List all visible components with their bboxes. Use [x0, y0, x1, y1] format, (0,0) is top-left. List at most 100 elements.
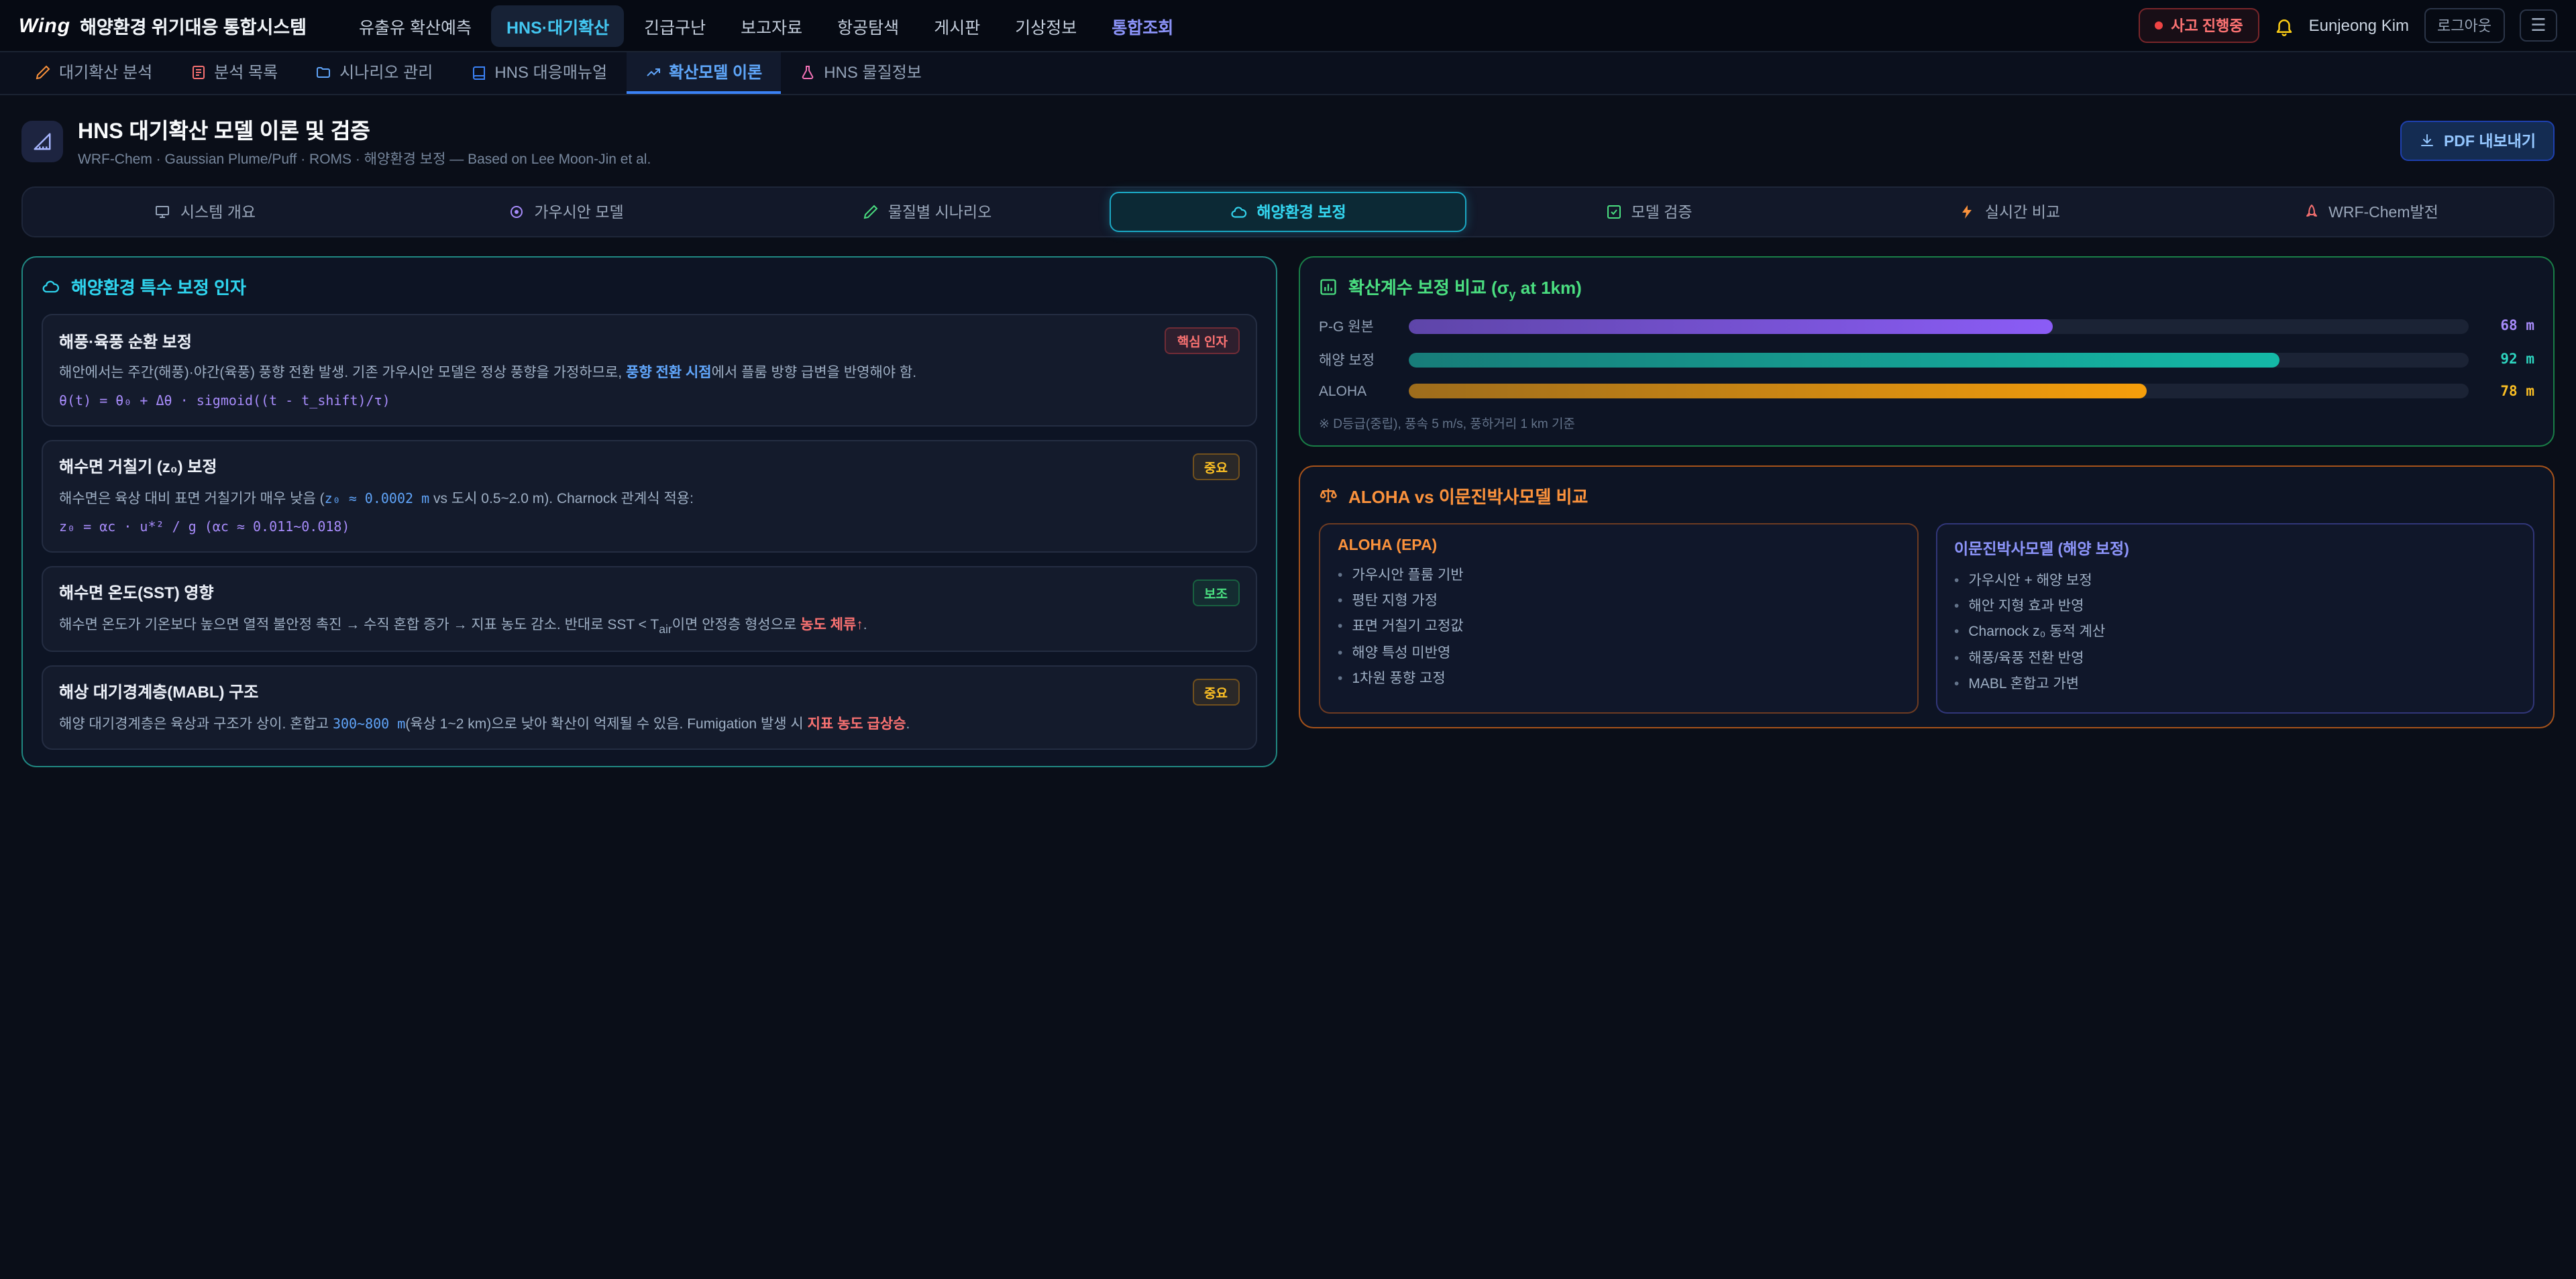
tab-wrf-chem-roadmap[interactable]: WRF-Chem발전 [2192, 192, 2549, 232]
factor-description: 해안에서는 주간(해풍)·야간(육풍) 풍향 전환 발생. 기존 가우시안 모델… [59, 362, 1240, 413]
tab-substance-scenarios[interactable]: 물질별 시나리오 [749, 192, 1106, 232]
notification-bell-icon[interactable] [2274, 15, 2294, 36]
bar-chart-square-icon [1319, 278, 1338, 297]
aloha-panel: ALOHA (EPA) 가우시안 플룸 기반 평탄 지형 가정 표면 거칠기 고… [1319, 522, 1918, 713]
app-title: 해양환경 위기대응 통합시스템 [80, 12, 307, 39]
comparison-grid: ALOHA (EPA) 가우시안 플룸 기반 평탄 지형 가정 표면 거칠기 고… [1319, 522, 2534, 713]
incident-status-badge[interactable]: 사고 진행중 [2139, 8, 2259, 43]
sub-navigation: 대기확산 분석 분석 목록 시나리오 관리 HNS 대응매뉴얼 확산모델 이론 [0, 52, 2576, 95]
text-segment: 해수면은 육상 대비 표면 거칠기가 매우 낮음 ( [59, 491, 325, 507]
page-header: HNS 대기확산 모델 이론 및 검증 WRF-Chem · Gaussian … [0, 95, 2576, 181]
tab-label: 해양환경 보정 [1256, 201, 1346, 223]
user-name: Eunjeong Kim [2309, 16, 2409, 35]
bar-row-pg-original: P-G 원본 68 m [1319, 316, 2534, 336]
factor-title: 해상 대기경계층(MABL) 구조 [59, 681, 258, 704]
subtab-dispersion-analysis[interactable]: 대기확산 분석 [16, 52, 171, 94]
marine-card-title: 해양환경 특수 보정 인자 [42, 274, 1257, 299]
text-segment: 해양 대기경계층은 육상과 구조가 상이. 혼합고 [59, 716, 333, 732]
nav-item-integrated-search[interactable]: 통합조회 [1097, 5, 1188, 46]
factor-description: 해수면 온도가 기온보다 높으면 열적 불안정 촉진 → 수직 혼합 증가 → … [59, 614, 1240, 638]
bar-fill [1409, 384, 2147, 398]
check-square-icon [1605, 204, 1621, 220]
pdf-export-button[interactable]: PDF 내보내기 [2401, 121, 2555, 161]
factor-badge: 핵심 인자 [1165, 327, 1240, 354]
highlight-segment: 풍향 전환 시점 [626, 365, 712, 381]
bar-row-marine-corrected: 해양 보정 92 m [1319, 349, 2534, 370]
subtab-label: 확산모델 이론 [669, 60, 762, 83]
nav-item-oil-spill[interactable]: 유출유 확산예측 [344, 5, 486, 46]
main-content: 해양환경 특수 보정 인자 해풍·육풍 순환 보정 핵심 인자 해안에서는 주간… [0, 256, 2576, 767]
chart-line-icon [645, 64, 661, 80]
tab-label: 모델 검증 [1631, 201, 1692, 223]
circle-icon [508, 204, 525, 220]
nav-item-hns-atmos[interactable]: HNS·대기확산 [492, 5, 624, 46]
subtab-hns-manual[interactable]: HNS 대응매뉴얼 [451, 52, 626, 94]
text-segment: 이면 안정층 형성으로 [672, 617, 800, 633]
tab-marine-correction[interactable]: 해양환경 보정 [1110, 192, 1466, 232]
leemoonjin-feature-list: 가우시안 + 해양 보정 해안 지형 효과 반영 Charnock z₀ 동적 … [1954, 568, 2516, 698]
main-nav: 유출유 확산예측 HNS·대기확산 긴급구난 보고자료 항공탐색 게시판 기상정… [344, 5, 1188, 46]
cloud-icon [42, 277, 60, 296]
factor-description: 해양 대기경계층은 육상과 구조가 상이. 혼합고 300~800 m(육상 1… [59, 714, 1240, 736]
list-item: 표면 거칠기 고정값 [1338, 615, 1899, 641]
left-column: 해양환경 특수 보정 인자 해풍·육풍 순환 보정 핵심 인자 해안에서는 주간… [21, 256, 1277, 767]
comparison-title-text: ALOHA vs 이문진박사모델 비교 [1348, 482, 1588, 508]
bar-track [1409, 384, 2469, 398]
code-segment: 300~800 m [333, 718, 405, 732]
nav-item-aerial-search[interactable]: 항공탐색 [822, 5, 914, 46]
tab-gaussian-model[interactable]: 가우시안 모델 [388, 192, 745, 232]
subtab-analysis-list[interactable]: 분석 목록 [171, 52, 297, 94]
text-segment: (육상 1~2 km)으로 낮아 확산이 억제될 수 있음. Fumigatio… [405, 716, 807, 732]
subtab-label: HNS 대응매뉴얼 [494, 60, 607, 83]
nav-item-reports[interactable]: 보고자료 [726, 5, 817, 46]
app-brand[interactable]: Wing 해양환경 위기대응 통합시스템 [19, 12, 307, 39]
aloha-feature-list: 가우시안 플룸 기반 평탄 지형 가정 표면 거칠기 고정값 해양 특성 미반영… [1338, 563, 1899, 693]
chart-footnote: ※ D등급(중립), 풍속 5 m/s, 풍하거리 1 km 기준 [1319, 412, 2534, 431]
list-item: MABL 혼합고 가변 [1954, 673, 2516, 699]
page-subtitle: WRF-Chem · Gaussian Plume/Puff · ROMS · … [78, 149, 651, 169]
monitor-icon [155, 204, 171, 220]
bar-row-aloha: ALOHA 78 m [1319, 383, 2534, 399]
tab-realtime-comparison[interactable]: 실시간 비교 [1831, 192, 2188, 232]
page: Wing 해양환경 위기대응 통합시스템 유출유 확산예측 HNS·대기확산 긴… [0, 0, 2576, 1279]
code-segment: z₀ ≈ 0.0002 m [325, 492, 430, 507]
tab-model-validation[interactable]: 모델 검증 [1470, 192, 1827, 232]
nav-item-weather[interactable]: 기상정보 [1000, 5, 1091, 46]
bar-value: 92 m [2483, 351, 2534, 368]
chart-title-text: 확산계수 보정 비교 (σy at 1km) [1348, 274, 1582, 301]
chart-card-title: 확산계수 보정 비교 (σy at 1km) [1319, 274, 2534, 301]
bar-label: 해양 보정 [1319, 349, 1394, 370]
tab-label: 가우시안 모델 [534, 201, 623, 223]
nav-item-board[interactable]: 게시판 [919, 5, 995, 46]
subtab-hns-substance-info[interactable]: HNS 물질정보 [781, 52, 941, 94]
list-icon [190, 64, 206, 80]
text-segment: vs 도시 0.5~2.0 m). Charnock 관계식 적용: [429, 491, 694, 507]
pencil-icon [863, 204, 879, 220]
nav-item-rescue[interactable]: 긴급구난 [629, 5, 720, 46]
text-segment: . [863, 617, 867, 633]
text-segment: . [906, 716, 910, 732]
cloud-icon [1230, 203, 1247, 221]
subtab-scenario-management[interactable]: 시나리오 관리 [297, 52, 451, 94]
ruler-triangle-icon [21, 120, 63, 162]
list-item: 평탄 지형 가정 [1338, 589, 1899, 615]
subtab-label: 시나리오 관리 [339, 60, 433, 83]
page-header-text: HNS 대기확산 모델 이론 및 검증 WRF-Chem · Gaussian … [78, 113, 651, 169]
pdf-export-label: PDF 내보내기 [2444, 130, 2536, 152]
logout-button[interactable]: 로그아웃 [2424, 8, 2505, 43]
subtab-label: 대기확산 분석 [59, 60, 152, 83]
factor-title: 해수면 온도(SST) 영향 [59, 581, 214, 604]
subtab-model-theory[interactable]: 확산모델 이론 [626, 52, 781, 94]
subtab-label: HNS 물질정보 [824, 60, 922, 83]
factor-badge: 중요 [1192, 679, 1240, 706]
leemoonjin-panel-title: 이문진박사모델 (해양 보정) [1954, 537, 2516, 559]
page-title: HNS 대기확산 모델 이론 및 검증 [78, 113, 651, 145]
highlight-red-segment: 농도 체류↑ [800, 617, 863, 633]
download-icon [2420, 133, 2436, 149]
tab-system-overview[interactable]: 시스템 개요 [27, 192, 384, 232]
bar-fill [1409, 352, 2279, 367]
bar-track [1409, 352, 2469, 367]
factor-title: 해수면 거칠기 (z₀) 보정 [59, 455, 217, 478]
hamburger-menu-icon[interactable]: ☰ [2520, 9, 2557, 42]
marine-correction-card: 해양환경 특수 보정 인자 해풍·육풍 순환 보정 핵심 인자 해안에서는 주간… [21, 256, 1277, 767]
